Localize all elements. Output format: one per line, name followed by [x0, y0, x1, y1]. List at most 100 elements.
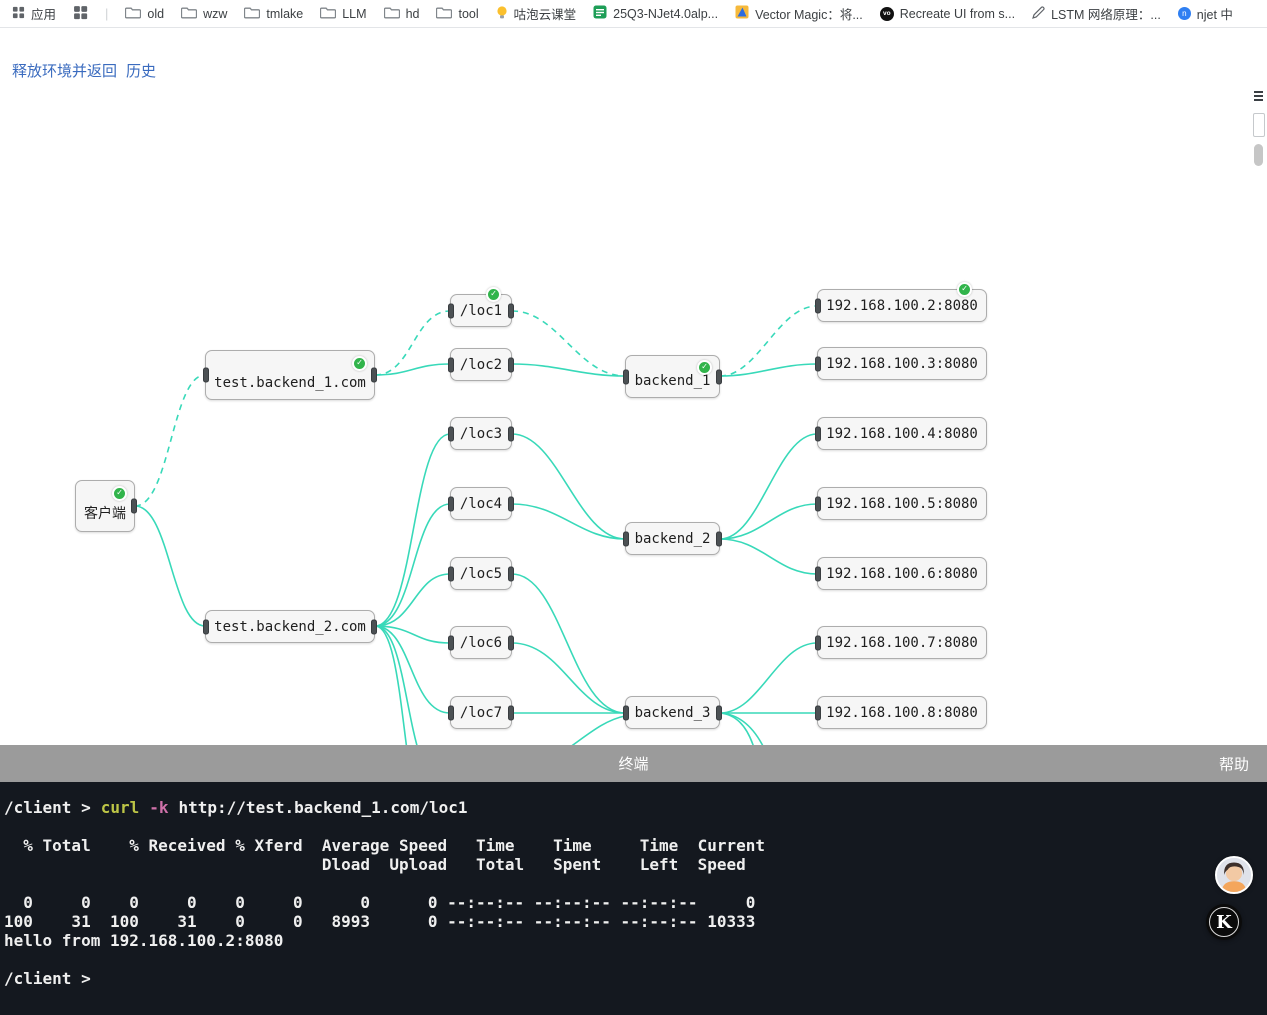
node-backend-1[interactable]: ✓ backend_1: [625, 355, 720, 398]
bookmark-folder-wzw[interactable]: wzw: [181, 6, 227, 22]
command-url: http://test.backend_1.com/loc1: [179, 798, 468, 817]
logo-ring: [1209, 907, 1239, 937]
node-loc7[interactable]: /loc7: [450, 696, 512, 729]
node-backend-3[interactable]: backend_3: [625, 696, 720, 729]
input-port: [203, 619, 209, 634]
edge-backend3-server7: [720, 643, 817, 713]
node-loc3[interactable]: /loc3: [450, 417, 512, 450]
node-loc1[interactable]: ✓ /loc1: [450, 294, 512, 327]
node-label: test.backend_1.com: [214, 375, 366, 391]
output-port: [508, 635, 514, 650]
bookmark-apps[interactable]: 应用: [12, 4, 56, 23]
node-label: test.backend_2.com: [214, 619, 366, 635]
input-port: [815, 356, 821, 371]
output-port: [508, 496, 514, 511]
k-logo-button[interactable]: K: [1206, 904, 1242, 940]
node-label: 192.168.100.6:8080: [826, 566, 978, 582]
output-port: [716, 531, 722, 546]
bookmark-recreate-ui[interactable]: voRecreate UI from s...: [880, 7, 1015, 21]
terminal-command-line: /client >curl-khttp://test.backend_1.com…: [4, 798, 1259, 817]
node-server-100-3[interactable]: 192.168.100.3:8080: [817, 347, 987, 380]
terminal-panel[interactable]: /client >curl-khttp://test.backend_1.com…: [0, 782, 1267, 1015]
bookmarks-divider: |: [105, 6, 108, 21]
bookmark-label: wzw: [203, 7, 227, 21]
output-port: [508, 705, 514, 720]
edge-backend2-server6: [720, 539, 817, 574]
terminal-prompt: /client >: [4, 798, 91, 817]
status-check-icon: ✓: [352, 356, 367, 371]
node-label: backend_2: [635, 531, 711, 547]
folder-icon: [384, 6, 400, 22]
curl-output: % Total % Received % Xferd Average Speed…: [4, 836, 1259, 950]
node-loc5[interactable]: /loc5: [450, 557, 512, 590]
apps-grid-icon: [12, 6, 25, 22]
bookmark-folder-tool[interactable]: tool: [436, 6, 478, 22]
input-port: [815, 496, 821, 511]
node-label: /loc7: [460, 705, 502, 721]
node-domain-test-backend-1[interactable]: ✓ test.backend_1.com: [205, 350, 375, 400]
input-port: [448, 357, 454, 372]
bookmark-vector-magic[interactable]: Vector Magic：将...: [735, 4, 863, 23]
bookmark-folder-llm[interactable]: LLM: [320, 6, 366, 22]
node-label: 192.168.100.5:8080: [826, 496, 978, 512]
node-loc4[interactable]: /loc4: [450, 487, 512, 520]
bookmark-folder-hd[interactable]: hd: [384, 6, 420, 22]
bookmark-njet[interactable]: nnjet 中: [1178, 4, 1233, 23]
node-client[interactable]: ✓ 客户端: [75, 480, 135, 532]
edge-client-domain2: [135, 506, 205, 626]
status-check-icon: ✓: [957, 282, 972, 297]
edge-backend2-server4: [720, 434, 817, 539]
notes-panel-button[interactable]: [1253, 113, 1265, 137]
node-label: 192.168.100.3:8080: [826, 356, 978, 372]
panel-menu-icon[interactable]: [1252, 86, 1265, 106]
bookmarks-bar: 应用 | old wzw tmlake LLM hd tool 咕泡云课堂 25…: [0, 0, 1267, 28]
node-backend-2[interactable]: backend_2: [625, 522, 720, 555]
bookmark-gupao[interactable]: 咕泡云课堂: [496, 4, 577, 23]
help-link[interactable]: 帮助: [1219, 753, 1249, 774]
history-link[interactable]: 历史: [126, 60, 156, 81]
bookmark-label: tool: [458, 7, 478, 21]
bookmark-lstm[interactable]: LSTM 网络原理：...: [1032, 4, 1161, 23]
edge-client-domain1: [135, 375, 205, 506]
bookmark-folder-tmlake[interactable]: tmlake: [244, 6, 303, 22]
lightbulb-icon: [496, 5, 508, 23]
bookmark-label: Vector Magic：将...: [755, 4, 863, 23]
edge-below-backend3: [512, 716, 625, 745]
bookmark-njet-doc[interactable]: 25Q3-NJet4.0alp...: [593, 5, 718, 22]
pencil-icon: [1032, 6, 1045, 22]
release-env-link[interactable]: 释放环境并返回: [12, 60, 117, 81]
command-flag: -k: [149, 798, 168, 817]
folder-icon: [181, 6, 197, 22]
node-loc2[interactable]: /loc2: [450, 348, 512, 381]
node-label: /loc1: [460, 303, 502, 319]
node-server-100-8[interactable]: 192.168.100.8:8080: [817, 696, 987, 729]
bookmark-label: LLM: [342, 7, 366, 21]
terminal-prompt-idle: /client >: [4, 969, 1259, 988]
node-server-100-4[interactable]: 192.168.100.4:8080: [817, 417, 987, 450]
input-port: [815, 566, 821, 581]
assistant-avatar[interactable]: [1215, 856, 1253, 894]
bookmark-label: 咕泡云课堂: [514, 4, 577, 23]
node-server-100-2[interactable]: ✓ 192.168.100.2:8080: [817, 289, 987, 322]
edge-domain1-loc1: [375, 311, 450, 375]
node-label: 192.168.100.7:8080: [826, 635, 978, 651]
terminal-title: 终端: [618, 753, 648, 774]
scrollbar-thumb[interactable]: [1254, 144, 1263, 166]
bookmark-label: 25Q3-NJet4.0alp...: [613, 7, 718, 21]
apps-grid-icon: [73, 5, 88, 23]
page-toolbar: 释放环境并返回 历史: [12, 60, 156, 81]
node-domain-test-backend-2[interactable]: test.backend_2.com: [205, 610, 375, 643]
node-server-100-6[interactable]: 192.168.100.6:8080: [817, 557, 987, 590]
edge-domain2-loc3: [375, 434, 450, 626]
folder-icon: [125, 6, 141, 22]
output-port: [716, 369, 722, 384]
node-loc6[interactable]: /loc6: [450, 626, 512, 659]
input-port: [623, 705, 629, 720]
input-port: [448, 426, 454, 441]
bookmark-folder-old[interactable]: old: [125, 6, 164, 22]
node-server-100-7[interactable]: 192.168.100.7:8080: [817, 626, 987, 659]
bookmark-grid-button[interactable]: [73, 5, 88, 23]
edge-domain2-loc4: [375, 504, 450, 626]
status-check-icon: ✓: [112, 486, 127, 501]
node-server-100-5[interactable]: 192.168.100.5:8080: [817, 487, 987, 520]
